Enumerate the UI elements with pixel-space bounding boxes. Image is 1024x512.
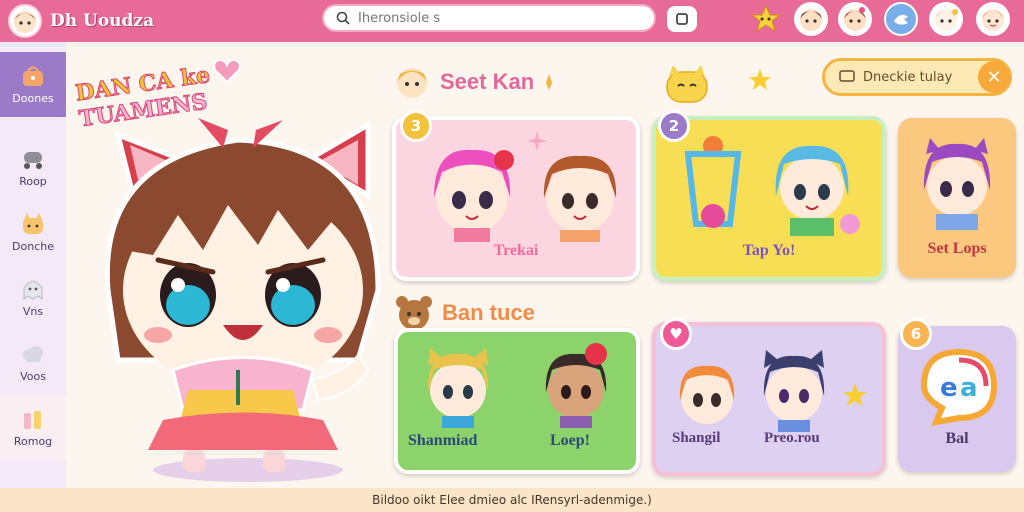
navy-hair-girl xyxy=(763,350,825,432)
heart-icon xyxy=(212,58,242,88)
friend-avatar-1[interactable] xyxy=(794,2,828,36)
dark-hair-kid xyxy=(545,343,607,428)
game-card-trekai[interactable]: 3 Trekai xyxy=(392,110,640,281)
logo-avatar-icon xyxy=(8,4,42,38)
sparkle-icon xyxy=(546,74,553,90)
sidebar-item-roop[interactable]: Roop xyxy=(0,135,66,200)
cat-mascot-icon xyxy=(663,64,711,108)
bear-avatar-icon xyxy=(396,296,432,330)
sidebar-item-romog[interactable]: Romog xyxy=(0,395,66,460)
sidebar-item-label: Vns xyxy=(22,305,44,318)
star-icon xyxy=(748,68,772,96)
sidebar-item-label: Voos xyxy=(20,370,46,383)
heart-badge-icon: ♥ xyxy=(660,318,692,350)
pink-hair-girl xyxy=(434,149,514,242)
purple-hair-girl xyxy=(923,138,991,230)
search-input[interactable] xyxy=(358,10,628,26)
card-label-right: Preo.rou xyxy=(764,430,820,446)
message-icon xyxy=(839,70,855,82)
search-icon xyxy=(336,11,350,25)
game-card-shanmiad-loep[interactable]: Shanmiad Loep! xyxy=(394,328,640,474)
bag-icon xyxy=(23,66,43,86)
profile-avatar[interactable] xyxy=(976,2,1010,36)
ghost-icon xyxy=(23,281,43,300)
sidebar-item-vns[interactable]: Vns xyxy=(0,265,66,330)
close-icon[interactable]: ✕ xyxy=(978,61,1010,93)
card-label: Bal xyxy=(945,430,969,447)
section-title-2: Ban tuce xyxy=(394,294,535,332)
card-label-left: Shangil xyxy=(672,430,721,446)
sidebar-item-label: Doones xyxy=(12,92,54,105)
card-label: Set Lops xyxy=(927,240,987,257)
sidebar-item-donche[interactable]: Donche xyxy=(0,200,66,265)
card-label: Trekai xyxy=(493,242,539,259)
sparkle-icon xyxy=(527,131,547,151)
hero-character xyxy=(78,100,398,485)
top-bar: Dh Uoudza xyxy=(0,0,1024,42)
footer-bar: Bildoo oikt Elee dmieo alc IRensyrl-aden… xyxy=(0,488,1024,512)
cloud-icon xyxy=(23,346,43,362)
swing-toy-icon xyxy=(684,136,742,228)
sidebar: Doones Roop Donche Vns Voos Romog xyxy=(0,42,66,488)
app-title: Dh Uoudza xyxy=(50,11,155,31)
footer-text: Bildoo oikt Elee dmieo alc IRensyrl-aden… xyxy=(372,493,652,507)
brown-hair-girl xyxy=(543,155,617,242)
card-label: Tap Yo! xyxy=(742,242,796,259)
section-title-text: Ban tuce xyxy=(442,300,535,325)
svg-text:e: e xyxy=(940,373,958,403)
square-icon xyxy=(676,13,688,25)
search-submit-button[interactable] xyxy=(667,6,697,32)
card-number-badge: 3 xyxy=(400,110,432,142)
app-logo[interactable]: Dh Uoudza xyxy=(8,4,198,38)
section-title-text: Seet Kan xyxy=(440,69,535,94)
card-label-right: Loep! xyxy=(550,432,590,449)
card-label-left: Shanmiad xyxy=(408,432,478,449)
svg-text:a: a xyxy=(960,373,978,403)
star-icon xyxy=(843,383,867,406)
cat-icon xyxy=(23,213,43,234)
friend-avatar-3[interactable] xyxy=(929,2,963,36)
notice-text: Dneckie tulay xyxy=(863,69,953,85)
game-card-bal[interactable]: 6 ea Bal xyxy=(898,318,1016,472)
friend-avatar-2[interactable] xyxy=(838,2,872,36)
game-card-shangil-preo[interactable]: ♥ Shangil Preo.rou xyxy=(652,318,886,476)
blue-hair-girl xyxy=(775,145,860,236)
chat-icon[interactable] xyxy=(884,2,918,36)
sidebar-item-doones[interactable]: Doones xyxy=(0,52,66,117)
sidebar-item-label: Roop xyxy=(19,175,47,188)
girl-avatar-icon xyxy=(397,68,427,98)
game-card-set-lops[interactable]: Set Lops xyxy=(898,118,1016,278)
sidebar-item-voos[interactable]: Voos xyxy=(0,330,66,395)
rainbow-chat-logo-icon: ea xyxy=(920,348,998,426)
game-card-tap-yo[interactable]: 2 Tap Yo! xyxy=(652,110,886,281)
scooter-icon xyxy=(24,152,42,169)
blonde-kid xyxy=(427,348,489,428)
search-bar[interactable] xyxy=(322,4,656,32)
star-buddy-icon[interactable] xyxy=(749,2,783,36)
orange-hair-girl xyxy=(679,365,735,424)
sidebar-item-label: Donche xyxy=(12,240,54,253)
section-title-1: Seet Kan xyxy=(392,62,556,102)
sidebar-item-label: Romog xyxy=(13,435,53,448)
bottles-icon xyxy=(24,411,41,429)
